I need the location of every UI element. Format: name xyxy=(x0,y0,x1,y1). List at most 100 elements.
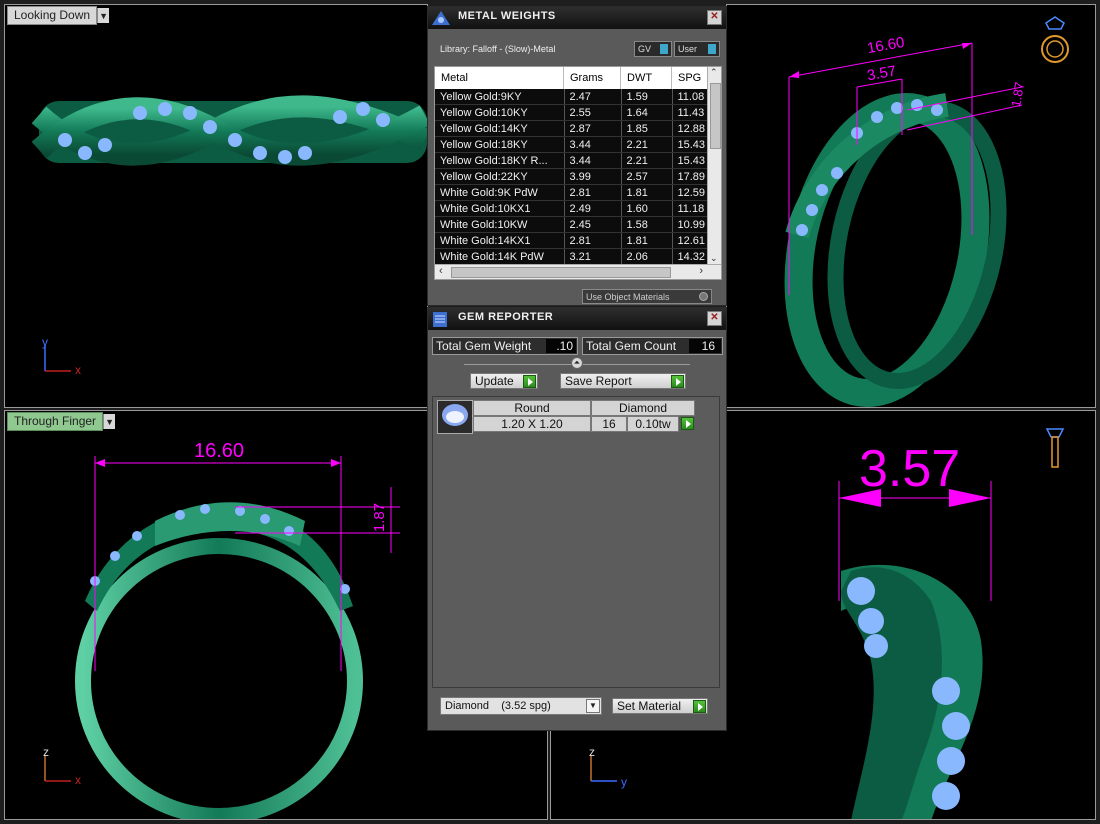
metal-table-row[interactable]: White Gold:14KX1 2.81 1.81 12.61 xyxy=(435,232,709,249)
metal-name-cell: Yellow Gold:18KY R... xyxy=(435,152,565,169)
scroll-left-icon[interactable]: ‹ xyxy=(439,265,443,277)
spg-cell: 15.43 xyxy=(672,136,709,153)
metal-table-row[interactable]: Yellow Gold:10KY 2.55 1.64 11.43 xyxy=(435,104,709,121)
grams-cell: 3.44 xyxy=(564,152,622,169)
dwt-cell: 1.64 xyxy=(621,104,673,121)
spg-cell: 10.99 xyxy=(672,216,709,233)
material-select[interactable]: Diamond (3.52 spg) ▼ xyxy=(440,697,602,715)
metal-table-row[interactable]: Yellow Gold:18KY 3.44 2.21 15.43 xyxy=(435,136,709,153)
column-header-metal[interactable]: Metal xyxy=(435,67,564,89)
metal-table-row[interactable]: White Gold:14K PdW 3.21 2.06 14.32 xyxy=(435,248,709,265)
diamond-shape-icon xyxy=(442,404,468,426)
gem-list-item[interactable]: Round Diamond 1.20 X 1.20 16 0.10tw xyxy=(437,400,695,434)
ring-orientation-icon xyxy=(1041,16,1069,63)
chevron-down-icon[interactable]: ▼ xyxy=(103,414,116,429)
save-report-button[interactable]: Save Report xyxy=(560,373,686,389)
column-header-grams[interactable]: Grams xyxy=(564,67,621,89)
metal-name-cell: White Gold:14KX1 xyxy=(435,232,565,249)
spg-cell: 12.88 xyxy=(672,120,709,137)
grams-cell: 2.45 xyxy=(564,216,622,233)
spg-cell: 11.08 xyxy=(672,89,709,105)
gem-reporter-titlebar[interactable]: GEM REPORTER ✕ xyxy=(428,308,726,330)
axis-label-z: z xyxy=(589,745,595,759)
viewport-top-right[interactable]: 16.60 3.57 1.87 xyxy=(726,4,1096,408)
grams-cell: 3.99 xyxy=(564,168,622,185)
gem-orientation-icon xyxy=(1045,428,1065,468)
metal-name-cell: Yellow Gold:9KY xyxy=(435,89,565,105)
collapse-arrow-icon[interactable]: ⏶ xyxy=(571,357,583,369)
gem-weight-cell: 0.10tw xyxy=(627,416,679,432)
chevron-down-icon[interactable]: ▼ xyxy=(97,8,110,23)
total-gem-weight-value: .10 xyxy=(546,339,576,353)
axis-label-x: x xyxy=(75,363,81,377)
axis-label-y: y xyxy=(42,335,48,349)
viewport-label-looking-down[interactable]: Looking Down ▼ xyxy=(7,6,110,25)
dimension-width-label: 16.60 xyxy=(194,440,245,462)
gv-toggle[interactable]: GV xyxy=(634,41,672,57)
close-icon[interactable]: ✕ xyxy=(707,311,722,326)
grams-cell: 2.55 xyxy=(564,104,622,121)
use-object-materials-checkbox[interactable]: Use Object Materials xyxy=(582,289,712,304)
axis-label-x: x xyxy=(75,773,81,787)
horizontal-scrollbar[interactable]: ‹ › xyxy=(435,264,721,279)
metal-table-row[interactable]: White Gold:9K PdW 2.81 1.81 12.59 xyxy=(435,184,709,201)
metal-table-row[interactable]: Yellow Gold:14KY 2.87 1.85 12.88 xyxy=(435,120,709,137)
scrollbar-thumb[interactable] xyxy=(710,83,721,149)
scroll-up-icon[interactable]: ⌃ xyxy=(710,67,718,78)
metal-weights-titlebar[interactable]: METAL WEIGHTS ✕ xyxy=(428,7,726,29)
toggle-indicator-icon xyxy=(708,44,716,54)
scroll-down-icon[interactable]: ⌄ xyxy=(710,253,718,264)
dwt-cell: 1.59 xyxy=(621,89,673,105)
gv-toggle-label: GV xyxy=(638,44,652,54)
total-gem-count-field: Total Gem Count 16 xyxy=(582,337,723,355)
metal-table-row[interactable]: White Gold:10KX1 2.49 1.60 11.18 xyxy=(435,200,709,217)
panel-title: GEM REPORTER xyxy=(458,311,554,323)
metal-name-cell: Yellow Gold:14KY xyxy=(435,120,565,137)
grams-cell: 2.87 xyxy=(564,120,622,137)
total-gem-weight-field: Total Gem Weight .10 xyxy=(432,337,578,355)
viewport-label-text: Through Finger xyxy=(7,412,104,431)
gem-select-arrow-icon[interactable] xyxy=(681,417,694,430)
play-arrow-icon xyxy=(523,375,536,388)
dimension-height-label: 1.87 xyxy=(371,502,389,533)
user-toggle[interactable]: User xyxy=(674,41,720,57)
material-select-value: Diamond (3.52 spg) xyxy=(445,700,551,712)
scrollbar-thumb[interactable] xyxy=(451,267,671,278)
update-button[interactable]: Update xyxy=(470,373,538,389)
scale-icon xyxy=(432,11,450,25)
grams-cell: 3.21 xyxy=(564,248,622,265)
viewport-top-left[interactable]: Looking Down ▼ y x xyxy=(4,4,428,408)
gem-count-cell: 16 xyxy=(591,416,627,432)
play-arrow-icon xyxy=(693,700,706,713)
metal-table-row[interactable]: Yellow Gold:9KY 2.47 1.59 11.08 xyxy=(435,89,709,105)
metal-table-row[interactable]: Yellow Gold:22KY 3.99 2.57 17.89 xyxy=(435,168,709,185)
close-icon[interactable]: ✕ xyxy=(707,10,722,25)
toggle-indicator-icon xyxy=(660,44,668,54)
metal-name-cell: White Gold:14K PdW xyxy=(435,248,565,265)
axis-label-z: z xyxy=(43,745,49,759)
metal-table-row[interactable]: White Gold:10KW 2.45 1.58 10.99 xyxy=(435,216,709,233)
metal-name-cell: White Gold:10KW xyxy=(435,216,565,233)
vertical-scrollbar[interactable]: ⌃ ⌄ xyxy=(707,67,721,266)
report-icon xyxy=(433,312,447,327)
column-header-dwt[interactable]: DWT xyxy=(621,67,672,89)
metal-table-row[interactable]: Yellow Gold:18KY R... 3.44 2.21 15.43 xyxy=(435,152,709,169)
set-material-button[interactable]: Set Material xyxy=(612,698,708,714)
gem-shape-cell: Round xyxy=(473,400,591,416)
checkbox-icon xyxy=(699,292,708,301)
spg-cell: 17.89 xyxy=(672,168,709,185)
metal-name-cell: White Gold:10KX1 xyxy=(435,200,565,217)
total-gem-count-label: Total Gem Count xyxy=(586,339,677,353)
viewport-label-through-finger[interactable]: Through Finger ▼ xyxy=(7,412,116,431)
column-header-spg[interactable]: SPG xyxy=(672,67,708,89)
grams-cell: 2.47 xyxy=(564,89,622,105)
spg-cell: 15.43 xyxy=(672,152,709,169)
gem-reporter-panel: GEM REPORTER ✕ Total Gem Weight .10 Tota… xyxy=(427,307,727,731)
chevron-down-icon[interactable]: ▼ xyxy=(586,699,600,713)
scroll-right-icon[interactable]: › xyxy=(699,265,703,277)
panel-title: METAL WEIGHTS xyxy=(458,10,556,22)
play-arrow-icon xyxy=(671,375,684,388)
grams-cell: 3.44 xyxy=(564,136,622,153)
set-material-button-label: Set Material xyxy=(617,699,682,713)
use-object-materials-label: Use Object Materials xyxy=(586,292,670,302)
